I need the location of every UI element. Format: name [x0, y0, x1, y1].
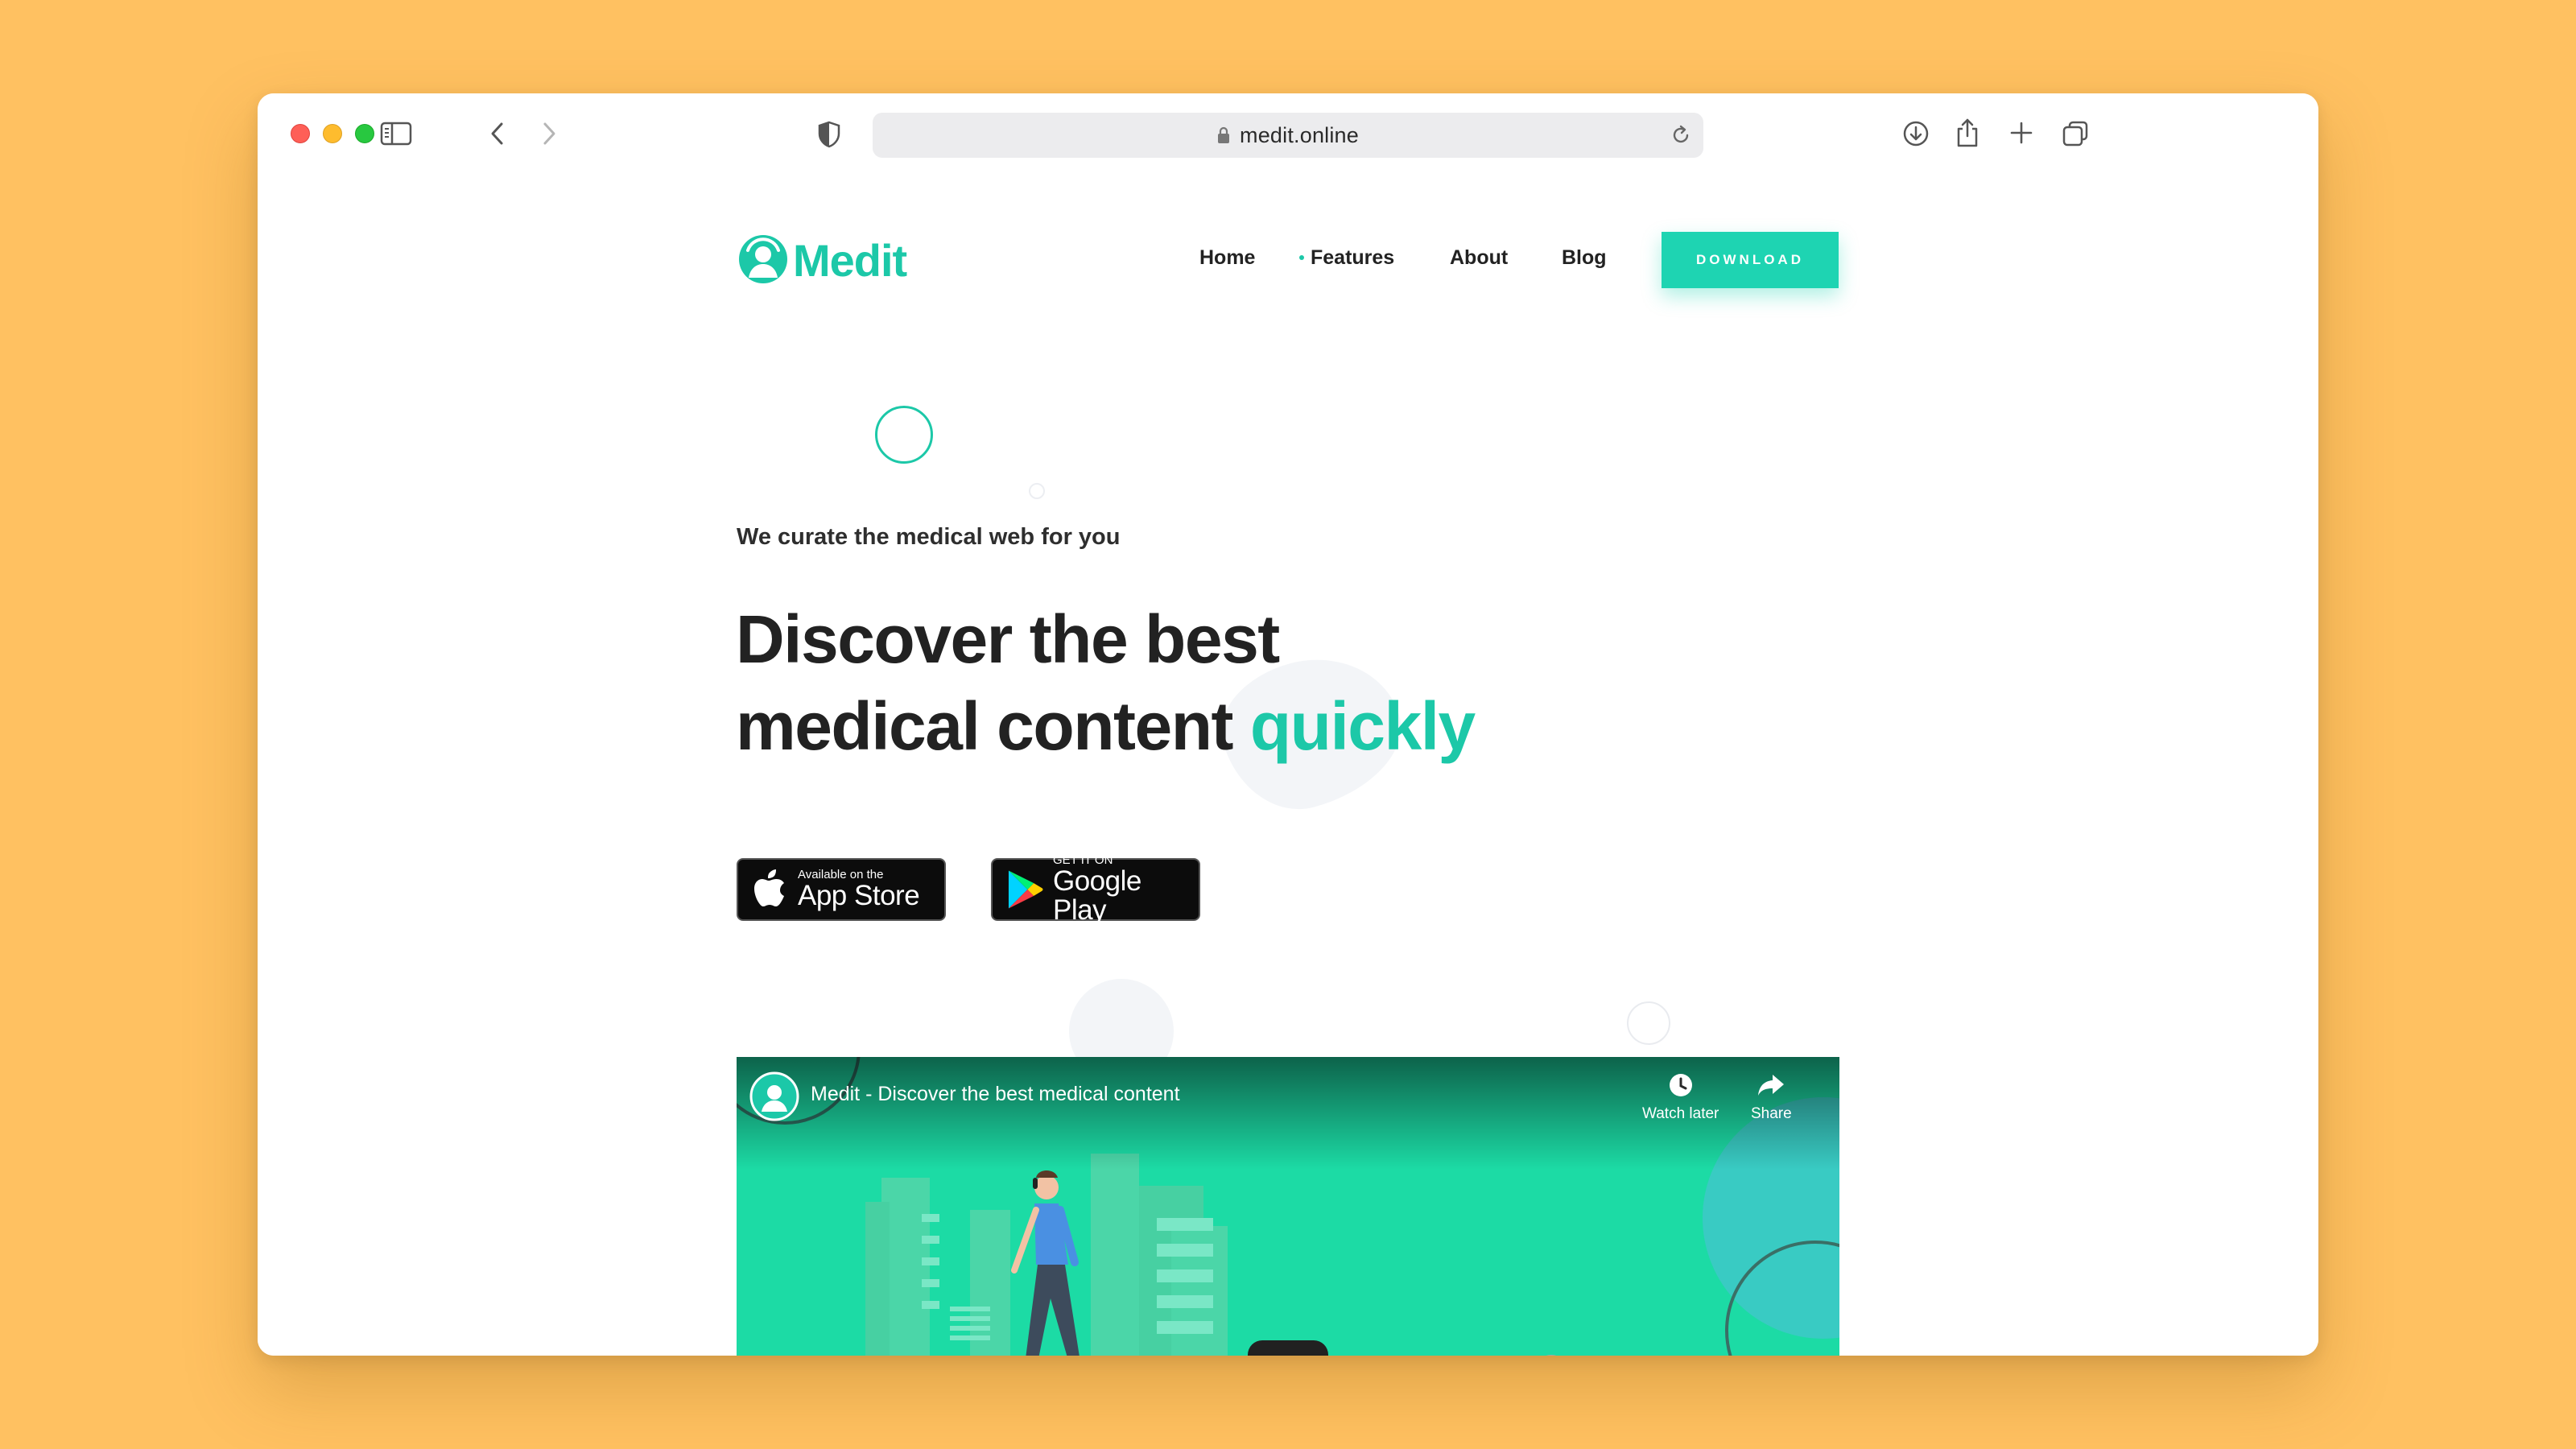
hero-headline: Discover the best medical content quickl…	[736, 596, 1541, 770]
close-window-button[interactable]	[291, 124, 310, 143]
watch-later-label: Watch later	[1642, 1105, 1719, 1122]
lock-icon	[1217, 126, 1230, 144]
nav-home[interactable]: Home	[1199, 246, 1255, 270]
decor-ring-small	[1029, 483, 1045, 499]
clock-icon	[1669, 1074, 1692, 1096]
watch-later-button[interactable]: Watch later	[1642, 1071, 1719, 1123]
share-icon[interactable]	[1955, 118, 1980, 148]
share-video-button[interactable]: Share	[1751, 1071, 1792, 1123]
decor-ring-outline	[1627, 1001, 1670, 1045]
headline-line-2-text: medical content	[736, 688, 1233, 764]
nav-active-dot	[1299, 255, 1304, 260]
tab-overview-icon[interactable]	[2061, 119, 2090, 148]
google-play-button[interactable]: GET IT ON Google Play	[991, 854, 1200, 925]
privacy-shield-icon[interactable]	[817, 121, 841, 148]
nav-features[interactable]: Features	[1311, 246, 1394, 270]
address-bar[interactable]: medit.online	[873, 113, 1703, 158]
google-play-big-text: Google Play	[1052, 865, 1141, 926]
headline-accent: quickly	[1249, 688, 1476, 764]
site-logo[interactable]: Medit	[737, 233, 907, 287]
download-button[interactable]: DOWNLOAD	[1662, 232, 1839, 288]
headline-line-1: Discover the best	[736, 601, 1280, 677]
nav-blog[interactable]: Blog	[1562, 246, 1607, 270]
share-arrow-icon	[1758, 1075, 1785, 1096]
app-store-big-text: App Store	[798, 880, 920, 911]
back-icon[interactable]	[488, 121, 507, 147]
web-page: Medit Home Features About Blog DOWNLOAD …	[258, 177, 2318, 1356]
browser-toolbar: medit.online	[258, 93, 2318, 177]
video-title[interactable]: Medit - Discover the best medical conten…	[811, 1083, 1180, 1106]
browser-window: medit.online Medit Home Features About B…	[258, 93, 2318, 1356]
zoom-window-button[interactable]	[355, 124, 374, 143]
google-play-icon	[1008, 870, 1043, 909]
medit-logo-icon	[739, 235, 787, 283]
reload-icon[interactable]	[1670, 124, 1692, 151]
minimize-window-button[interactable]	[323, 124, 342, 143]
downloads-icon[interactable]	[1901, 119, 1930, 148]
logo-text: Medit	[793, 234, 907, 286]
url-text: medit.online	[1240, 122, 1359, 147]
hero-tagline: We curate the medical web for you	[737, 524, 1121, 550]
sidebar-toggle-icon[interactable]	[380, 121, 412, 147]
play-button[interactable]	[1248, 1340, 1328, 1356]
headline-line-2: medical content quickly	[736, 683, 1541, 770]
share-label: Share	[1751, 1105, 1792, 1122]
video-embed[interactable]: Medit - Discover the best medical conten…	[737, 1057, 1839, 1356]
new-tab-icon[interactable]	[2009, 121, 2033, 145]
play-icon	[1274, 1355, 1302, 1356]
forward-icon[interactable]	[539, 121, 559, 147]
apple-icon	[754, 869, 784, 906]
decor-ring	[875, 406, 933, 464]
app-store-button[interactable]: Available on the App Store	[737, 858, 946, 921]
nav-about[interactable]: About	[1450, 246, 1508, 270]
channel-avatar[interactable]	[749, 1071, 799, 1125]
